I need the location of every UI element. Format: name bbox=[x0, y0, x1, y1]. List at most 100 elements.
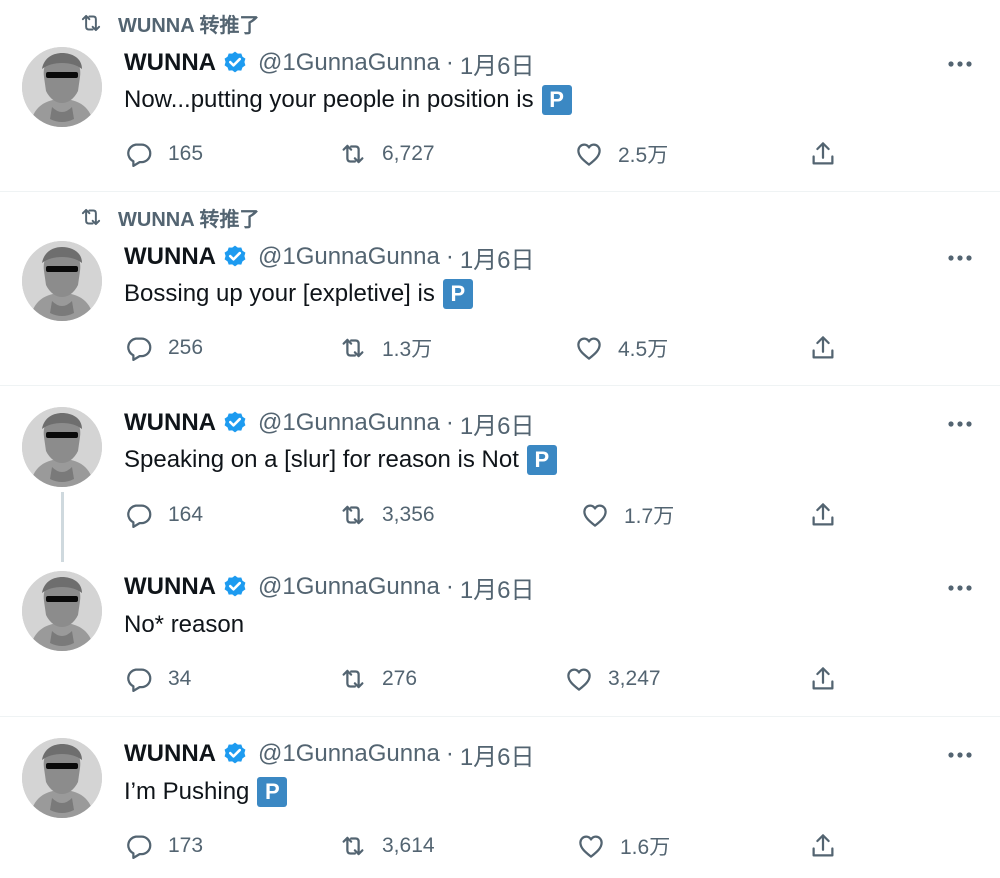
like-count: 3,247 bbox=[608, 667, 661, 690]
tweet-header: WUNNA @1GunnaGunna · 1月6日 bbox=[124, 737, 535, 772]
like-button[interactable]: 1.6万 bbox=[576, 830, 670, 862]
p-button-emoji: P bbox=[442, 279, 473, 309]
reply-count: 256 bbox=[168, 336, 204, 359]
like-button[interactable]: 2.5万 bbox=[574, 138, 668, 170]
more-icon[interactable] bbox=[944, 414, 976, 434]
tweet-divider bbox=[0, 191, 1000, 192]
retweet-icon bbox=[338, 664, 368, 694]
share-icon bbox=[808, 664, 838, 694]
share-button[interactable] bbox=[808, 663, 838, 695]
like-icon bbox=[580, 500, 610, 530]
retweet-button[interactable]: 6,727 bbox=[338, 138, 435, 170]
avatar[interactable] bbox=[22, 47, 102, 127]
tweet-text: I’m Pushing bbox=[124, 778, 250, 805]
reply-button[interactable]: 164 bbox=[124, 499, 203, 531]
retweet-icon bbox=[338, 831, 368, 861]
retweet-button[interactable]: 3,614 bbox=[338, 830, 435, 862]
like-button[interactable]: 4.5万 bbox=[574, 332, 668, 364]
retweet-icon bbox=[78, 10, 104, 36]
display-name[interactable]: WUNNA bbox=[124, 243, 216, 271]
verified-badge-icon bbox=[222, 50, 248, 76]
retweet-button[interactable]: 1.3万 bbox=[338, 332, 432, 364]
avatar[interactable] bbox=[22, 738, 102, 818]
tweet-item[interactable]: WUNNA 转推了 WUNNA @1GunnaGunna · 1月6日 Boss… bbox=[0, 194, 1000, 386]
tweet-item[interactable]: WUNNA @1GunnaGunna · 1月6日 No* reason 34 … bbox=[0, 550, 1000, 716]
retweet-indicator: WUNNA 转推了 bbox=[78, 202, 259, 232]
share-button[interactable] bbox=[808, 499, 838, 531]
verified-badge-icon bbox=[222, 574, 248, 600]
like-button[interactable]: 1.7万 bbox=[580, 499, 674, 531]
like-button[interactable]: 3,247 bbox=[564, 663, 661, 695]
avatar[interactable] bbox=[22, 241, 102, 321]
reply-icon bbox=[124, 333, 154, 363]
like-icon bbox=[564, 664, 594, 694]
reply-count: 34 bbox=[168, 667, 192, 690]
retweet-indicator: WUNNA 转推了 bbox=[78, 8, 259, 38]
display-name[interactable]: WUNNA bbox=[124, 409, 216, 437]
display-name[interactable]: WUNNA bbox=[124, 740, 216, 768]
share-icon bbox=[808, 139, 838, 169]
reply-icon bbox=[124, 831, 154, 861]
share-button[interactable] bbox=[808, 138, 838, 170]
tweet-date[interactable]: 1月6日 bbox=[460, 46, 535, 81]
reply-icon bbox=[124, 139, 154, 169]
tweet-header: WUNNA @1GunnaGunna · 1月6日 bbox=[124, 406, 535, 441]
tweet-item[interactable]: WUNNA @1GunnaGunna · 1月6日 I’m Pushing P … bbox=[0, 717, 1000, 878]
tweet-text-row: Speaking on a [slur] for reason is Not P bbox=[124, 442, 557, 478]
tweet-text: Bossing up your [expletive] is bbox=[124, 280, 435, 307]
tweet-text-row: Bossing up your [expletive] is P bbox=[124, 276, 473, 312]
reply-count: 164 bbox=[168, 503, 204, 526]
tweet-text: Speaking on a [slur] for reason is Not bbox=[124, 446, 519, 473]
user-handle[interactable]: @1GunnaGunna bbox=[258, 573, 440, 601]
reply-button[interactable]: 256 bbox=[124, 332, 203, 364]
display-name[interactable]: WUNNA bbox=[124, 49, 216, 77]
p-button-emoji: P bbox=[541, 85, 572, 115]
tweet-text-row: No* reason bbox=[124, 607, 244, 643]
like-icon bbox=[574, 333, 604, 363]
retweet-button[interactable]: 276 bbox=[338, 663, 417, 695]
share-button[interactable] bbox=[808, 830, 838, 862]
retweet-count: 3,614 bbox=[382, 834, 435, 857]
tweet-timeline: WUNNA 转推了 WUNNA @1GunnaGunna · 1月6日 Now.… bbox=[0, 0, 1000, 878]
reply-icon bbox=[124, 664, 154, 694]
user-handle[interactable]: @1GunnaGunna bbox=[258, 740, 440, 768]
avatar[interactable] bbox=[22, 407, 102, 487]
user-handle[interactable]: @1GunnaGunna bbox=[258, 409, 440, 437]
tweet-header: WUNNA @1GunnaGunna · 1月6日 bbox=[124, 570, 535, 605]
share-button[interactable] bbox=[808, 332, 838, 364]
retweet-count: 1.3万 bbox=[382, 338, 433, 361]
more-icon[interactable] bbox=[944, 248, 976, 268]
reply-button[interactable]: 173 bbox=[124, 830, 203, 862]
user-handle[interactable]: @1GunnaGunna bbox=[258, 243, 440, 271]
tweet-text-row: Now...putting your people in position is… bbox=[124, 82, 572, 118]
retweet-count: 6,727 bbox=[382, 142, 435, 165]
tweet-date[interactable]: 1月6日 bbox=[460, 406, 535, 441]
retweet-label: WUNNA 转推了 bbox=[118, 208, 260, 231]
meta-separator: · bbox=[445, 740, 454, 767]
tweet-header: WUNNA @1GunnaGunna · 1月6日 bbox=[124, 46, 535, 81]
more-icon[interactable] bbox=[944, 578, 976, 598]
tweet-date[interactable]: 1月6日 bbox=[460, 240, 535, 275]
user-handle[interactable]: @1GunnaGunna bbox=[258, 49, 440, 77]
verified-badge-icon bbox=[222, 244, 248, 270]
tweet-date[interactable]: 1月6日 bbox=[460, 737, 535, 772]
meta-separator: · bbox=[445, 49, 454, 76]
reply-button[interactable]: 34 bbox=[124, 663, 191, 695]
tweet-text: No* reason bbox=[124, 611, 245, 638]
more-icon[interactable] bbox=[944, 54, 976, 74]
tweet-date[interactable]: 1月6日 bbox=[460, 570, 535, 605]
retweet-icon bbox=[338, 139, 368, 169]
like-count: 2.5万 bbox=[618, 144, 669, 167]
meta-separator: · bbox=[445, 409, 454, 436]
tweet-text-row: I’m Pushing P bbox=[124, 774, 288, 810]
reply-button[interactable]: 165 bbox=[124, 138, 203, 170]
display-name[interactable]: WUNNA bbox=[124, 573, 216, 601]
share-icon bbox=[808, 333, 838, 363]
retweet-button[interactable]: 3,356 bbox=[338, 499, 435, 531]
reply-icon bbox=[124, 500, 154, 530]
tweet-item[interactable]: WUNNA @1GunnaGunna · 1月6日 Speaking on a … bbox=[0, 386, 1000, 562]
avatar[interactable] bbox=[22, 571, 102, 651]
tweet-item[interactable]: WUNNA 转推了 WUNNA @1GunnaGunna · 1月6日 Now.… bbox=[0, 0, 1000, 192]
like-icon bbox=[576, 831, 606, 861]
more-icon[interactable] bbox=[944, 745, 976, 765]
